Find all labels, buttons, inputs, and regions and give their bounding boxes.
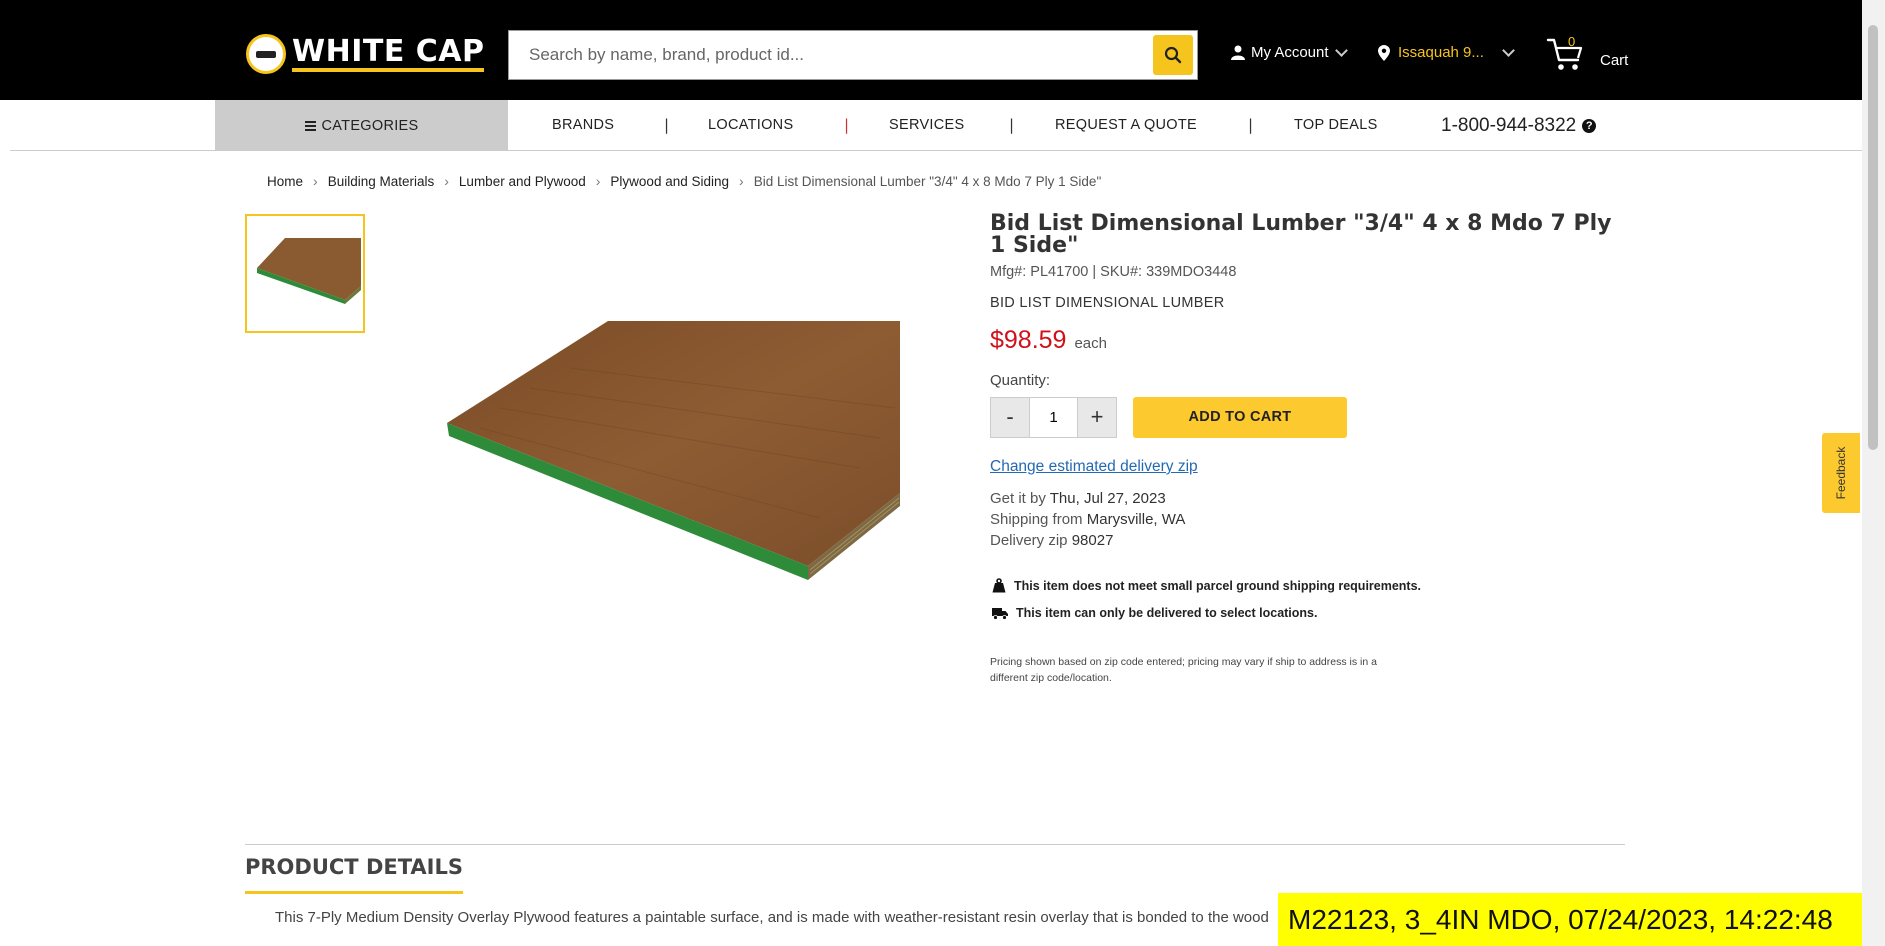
- breadcrumb-plywood-and-siding[interactable]: Plywood and Siding: [610, 174, 729, 189]
- parcel-notice-text: This item does not meet small parcel gro…: [1014, 578, 1422, 593]
- breadcrumb-building-materials[interactable]: Building Materials: [328, 174, 435, 189]
- delivery-zip: Delivery zip 98027: [990, 532, 1113, 549]
- product-details-heading: PRODUCT DETAILS: [245, 855, 463, 894]
- delivery-restriction-notice: This item can only be delivered to selec…: [992, 606, 1317, 620]
- phone-label: 1-800-944-8322: [1441, 115, 1577, 136]
- location-label: Issaquah 9...: [1398, 44, 1484, 61]
- product-title: Bid List Dimensional Lumber "3/4" 4 x 8 …: [990, 211, 1612, 258]
- weight-icon: [992, 578, 1006, 593]
- chevron-down-icon: [1334, 43, 1348, 57]
- quantity-input[interactable]: [1030, 397, 1077, 438]
- change-delivery-zip-link[interactable]: Change estimated delivery zip: [990, 458, 1198, 476]
- delivery-date-value: Thu, Jul 27, 2023: [1049, 490, 1166, 507]
- pricing-disclaimer: Pricing shown based on zip code entered;…: [990, 656, 1377, 684]
- account-label: My Account: [1251, 44, 1329, 61]
- delivery-date-prefix: Get it by: [990, 490, 1046, 507]
- truck-icon: [992, 607, 1008, 620]
- store-location-selector[interactable]: Issaquah 9...: [1378, 43, 1515, 61]
- top-header: WHITE CAP My Account Is: [0, 0, 1885, 100]
- shipping-origin-value: Marysville, WA: [1086, 511, 1186, 528]
- nav-locations[interactable]: LOCATIONS: [708, 117, 793, 133]
- product-price: $98.59 each: [990, 326, 1107, 355]
- search-icon: [1164, 46, 1182, 64]
- help-icon[interactable]: ?: [1582, 119, 1597, 133]
- timestamp-overlay: M22123, 3_4IN MDO, 07/24/2023, 14:22:48: [1278, 893, 1862, 946]
- breadcrumb-chevron-icon: ›: [739, 173, 744, 189]
- breadcrumb-home[interactable]: Home: [267, 174, 303, 189]
- nav-separator: |: [664, 116, 670, 134]
- delivery-zip-prefix: Delivery zip: [990, 532, 1068, 549]
- product-page: WHITE CAP My Account Is: [0, 0, 1885, 946]
- feedback-tab[interactable]: Feedback: [1822, 433, 1860, 513]
- parcel-shipping-notice: This item does not meet small parcel gro…: [992, 578, 1421, 593]
- product-thumbnail[interactable]: [245, 214, 365, 333]
- quantity-decrease-button[interactable]: -: [990, 397, 1030, 438]
- chevron-down-icon: [1502, 43, 1515, 57]
- shipping-origin: Shipping from Marysville, WA: [990, 511, 1185, 528]
- search-input[interactable]: [509, 31, 1149, 79]
- quantity-increase-button[interactable]: +: [1077, 397, 1117, 438]
- section-divider: [245, 844, 1625, 845]
- quantity-label: Quantity:: [990, 372, 1051, 389]
- breadcrumb-lumber-and-plywood[interactable]: Lumber and Plywood: [459, 174, 586, 189]
- nav-brands[interactable]: BRANDS: [552, 117, 614, 133]
- nav-top-deals[interactable]: TOP DEALS: [1294, 117, 1378, 133]
- cart-icon: [1546, 38, 1583, 70]
- white-cap-logo[interactable]: WHITE CAP: [246, 34, 485, 74]
- search-button[interactable]: [1153, 35, 1193, 75]
- categories-menu-button[interactable]: CATEGORIES: [215, 100, 508, 151]
- plywood-board-image: [447, 321, 900, 580]
- categories-label: CATEGORIES: [321, 117, 419, 134]
- cart-count-badge: 0: [1568, 34, 1576, 49]
- breadcrumb-chevron-icon: ›: [313, 173, 318, 189]
- nav-request-a-quote[interactable]: REQUEST A QUOTE: [1055, 117, 1197, 133]
- cart-label: Cart: [1600, 51, 1629, 69]
- shipping-origin-prefix: Shipping from: [990, 511, 1083, 528]
- price-value: $98.59: [990, 326, 1067, 354]
- page-scrollbar[interactable]: [1862, 0, 1885, 946]
- quantity-stepper: - +: [990, 397, 1117, 438]
- breadcrumb-chevron-icon: ›: [595, 173, 601, 189]
- logo-badge-icon: [246, 34, 286, 74]
- nav-separator: |: [1009, 116, 1015, 134]
- main-nav: CATEGORIES BRANDS | LOCATIONS | SERVICES…: [10, 100, 1862, 151]
- phone-number[interactable]: 1-800-944-8322 ?: [1441, 115, 1597, 137]
- nav-separator: |: [1248, 116, 1254, 134]
- breadcrumb-current: Bid List Dimensional Lumber "3/4" 4 x 8 …: [753, 173, 1102, 189]
- nav-services[interactable]: SERVICES: [889, 117, 964, 133]
- search-bar: [508, 30, 1198, 80]
- add-to-cart-button[interactable]: ADD TO CART: [1133, 397, 1347, 438]
- price-unit: each: [1074, 335, 1107, 352]
- hamburger-icon: [304, 120, 316, 131]
- map-pin-icon: [1378, 44, 1390, 61]
- product-brand[interactable]: BID LIST DIMENSIONAL LUMBER: [990, 295, 1225, 311]
- cart-link[interactable]: 0 Cart: [1546, 34, 1629, 72]
- plywood-thumbnail-image: [257, 238, 361, 304]
- logo-text: WHITE CAP: [292, 36, 485, 72]
- delivery-date: Get it by Thu, Jul 27, 2023: [990, 490, 1166, 507]
- delivery-zip-value: 98027: [1071, 532, 1114, 549]
- breadcrumb-chevron-icon: ›: [444, 173, 449, 189]
- product-details-text: This 7-Ply Medium Density Overlay Plywoo…: [275, 909, 1269, 926]
- product-main-image[interactable]: [440, 318, 900, 583]
- nav-separator: |: [844, 116, 850, 134]
- breadcrumb: Home › Building Materials › Lumber and P…: [267, 173, 1101, 189]
- my-account-menu[interactable]: My Account: [1231, 43, 1348, 61]
- user-icon: [1231, 45, 1245, 60]
- scrollbar-thumb[interactable]: [1868, 25, 1878, 450]
- product-ids: Mfg#: PL41700 | SKU#: 339MDO3448: [990, 264, 1237, 280]
- feedback-label: Feedback: [1834, 446, 1848, 500]
- delivery-notice-text: This item can only be delivered to selec…: [1016, 606, 1318, 620]
